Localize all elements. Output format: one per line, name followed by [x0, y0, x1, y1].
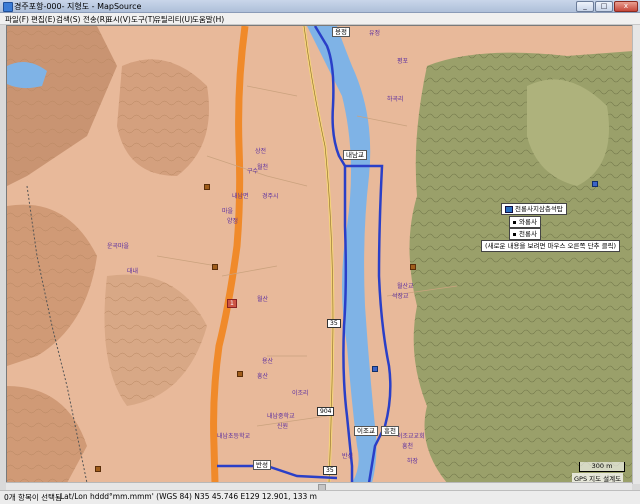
poi-marker[interactable] — [95, 466, 101, 472]
horizontal-scrollbar[interactable] — [6, 482, 632, 491]
window-title: 경주포항-000- 지형도 - MapSource — [14, 2, 142, 11]
waypoint-popup-item[interactable]: 천룡사 — [509, 228, 541, 240]
cursor-position: Lat/Lon hddd°mm.mmm' (WGS 84) N35 45.746… — [60, 492, 317, 501]
map-label: 평포 — [397, 58, 409, 65]
waypoint-popup-title[interactable]: 천룡사지삼층석탑 — [501, 203, 567, 215]
map-label: 유정 — [369, 30, 381, 37]
bridge-label: 용정 — [332, 27, 350, 37]
menu-help[interactable]: 도움말(H) — [192, 14, 224, 25]
poi-marker[interactable] — [592, 181, 598, 187]
menu-file[interactable]: 파일(F) — [5, 14, 29, 25]
map-label: 반성 — [342, 453, 354, 460]
menu-utilities[interactable]: 유틸리티(U) — [154, 14, 193, 25]
map-label: 이조리 — [292, 390, 309, 397]
bridge-label: 내남교 — [343, 150, 367, 160]
menu-tools[interactable]: 도구(T) — [131, 14, 155, 25]
bridge-label: 반성 — [253, 460, 271, 470]
map-label: 이조교교회 — [397, 433, 425, 440]
selection-status: 0개 항목이 선택됨 — [4, 493, 62, 502]
map-label: 하장 — [407, 458, 419, 465]
map-label: 경주시 — [262, 193, 279, 200]
route-shield: 35 — [323, 466, 337, 475]
map-label: 월산 — [257, 296, 269, 303]
bridge-label: 이조교 — [354, 426, 378, 436]
map-label: 흥천 — [402, 443, 414, 450]
map-label: 용산 — [262, 358, 274, 365]
map-label: 월천 — [257, 164, 269, 171]
bridge-label: 흥천 — [381, 426, 399, 436]
menu-transfer[interactable]: 전송(R) — [83, 14, 108, 25]
map-label: 양정 — [227, 218, 239, 225]
popup-hint: (새로운 내용을 보려면 마우스 오른쪽 단추 클릭) — [481, 240, 621, 252]
minimize-button[interactable]: _ — [576, 1, 594, 12]
app-icon — [3, 2, 13, 12]
poi-marker[interactable] — [372, 366, 378, 372]
highway-shield: 1 — [227, 299, 237, 308]
menu-view[interactable]: 표시(V) — [106, 14, 131, 25]
poi-marker[interactable] — [237, 371, 243, 377]
map-label: 신원 — [277, 423, 289, 430]
menu-bar: 파일(F) 편집(E) 검색(S) 전송(R) 표시(V) 도구(T) 유틸리티… — [0, 13, 640, 25]
bullet-icon — [513, 232, 516, 236]
close-button[interactable]: x — [614, 1, 638, 12]
window-controls: _ □ x — [576, 1, 638, 12]
menu-search[interactable]: 검색(S) — [56, 14, 80, 25]
map-label: 내남면 — [232, 193, 249, 200]
title-bar: 경주포항-000- 지형도 - MapSource _ □ x — [0, 0, 640, 13]
map-label: 흥산 — [257, 373, 269, 380]
map-label: 석장교 — [392, 293, 409, 300]
waypoint-icon — [505, 205, 513, 213]
map-label: 내남중학교 — [267, 413, 295, 420]
map-label: 마을 — [222, 208, 234, 215]
route-shield: 35 — [327, 319, 341, 328]
scale-bar: 300 m — [579, 462, 625, 472]
map-label: 대내 — [127, 268, 139, 275]
map-label: 월산교 — [397, 283, 414, 290]
map-label: 상전 — [255, 148, 267, 155]
maximize-button[interactable]: □ — [595, 1, 613, 12]
route-shield: 904 — [317, 407, 335, 416]
map-label: 하곡리 — [387, 96, 404, 103]
waypoint-popup-item[interactable]: 와룡사 — [509, 216, 541, 228]
status-bar: 0개 항목이 선택됨 Lat/Lon hddd°mm.mmm' (WGS 84)… — [0, 490, 640, 504]
poi-marker[interactable] — [212, 264, 218, 270]
map-label: 구수 — [247, 168, 259, 175]
menu-edit[interactable]: 편집(E) — [31, 14, 55, 25]
map-view[interactable]: 용정 유정 하곡리 평포 월천 상전 구수 내남면 경주시 마을 양정 운곡마을… — [6, 25, 634, 484]
poi-marker[interactable] — [410, 264, 416, 270]
bullet-icon — [513, 220, 516, 224]
map-label: 운곡마을 — [107, 243, 130, 250]
map-label: 내남초등학교 — [217, 433, 251, 440]
vertical-scrollbar[interactable] — [632, 25, 640, 484]
poi-marker[interactable] — [204, 184, 210, 190]
